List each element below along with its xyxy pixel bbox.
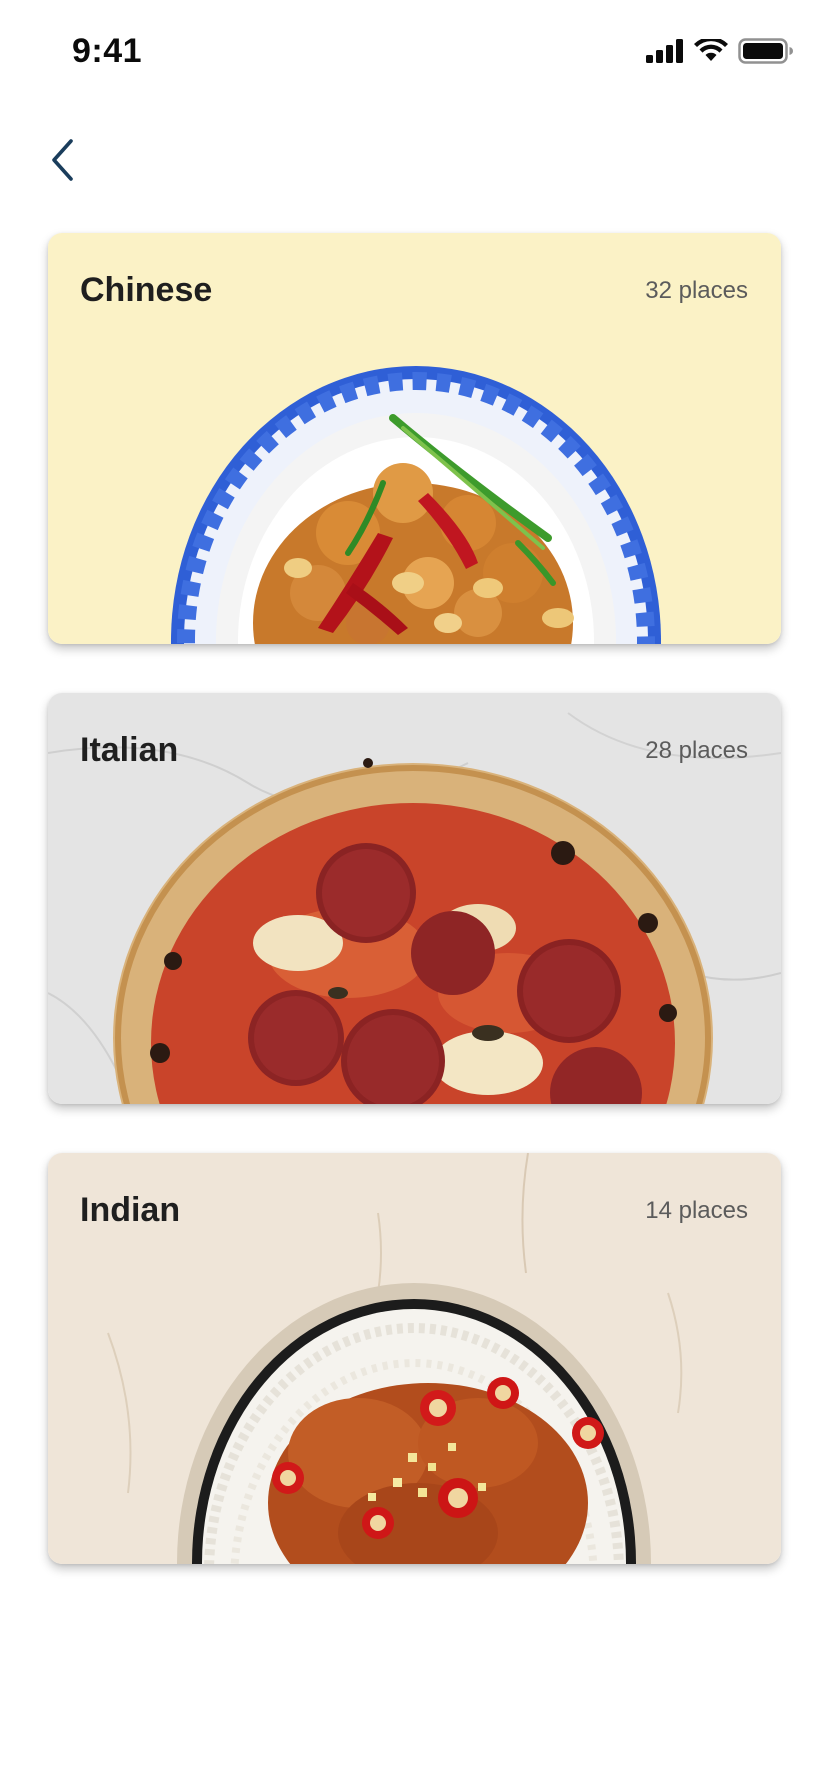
status-time: 9:41 xyxy=(72,32,143,70)
category-card-italian[interactable]: Italian 28 places xyxy=(48,693,781,1104)
category-card-chinese[interactable]: Chinese 32 places xyxy=(48,233,781,644)
back-button[interactable] xyxy=(38,132,86,192)
chevron-left-icon xyxy=(49,138,75,187)
category-title: Chinese xyxy=(80,271,213,309)
places-count: 14 places xyxy=(645,1197,748,1224)
category-title: Italian xyxy=(80,731,179,769)
status-icons xyxy=(646,36,794,66)
places-count: 32 places xyxy=(645,277,748,304)
status-bar: 9:41 xyxy=(0,0,828,100)
places-count: 28 places xyxy=(645,737,748,764)
wifi-icon xyxy=(694,36,728,63)
category-list: Chinese 32 places Italian 28 places Indi… xyxy=(48,233,781,1613)
battery-icon xyxy=(738,38,794,64)
category-card-indian[interactable]: Indian 14 places xyxy=(48,1153,781,1564)
category-title: Indian xyxy=(80,1191,181,1229)
signal-icon xyxy=(646,39,684,63)
